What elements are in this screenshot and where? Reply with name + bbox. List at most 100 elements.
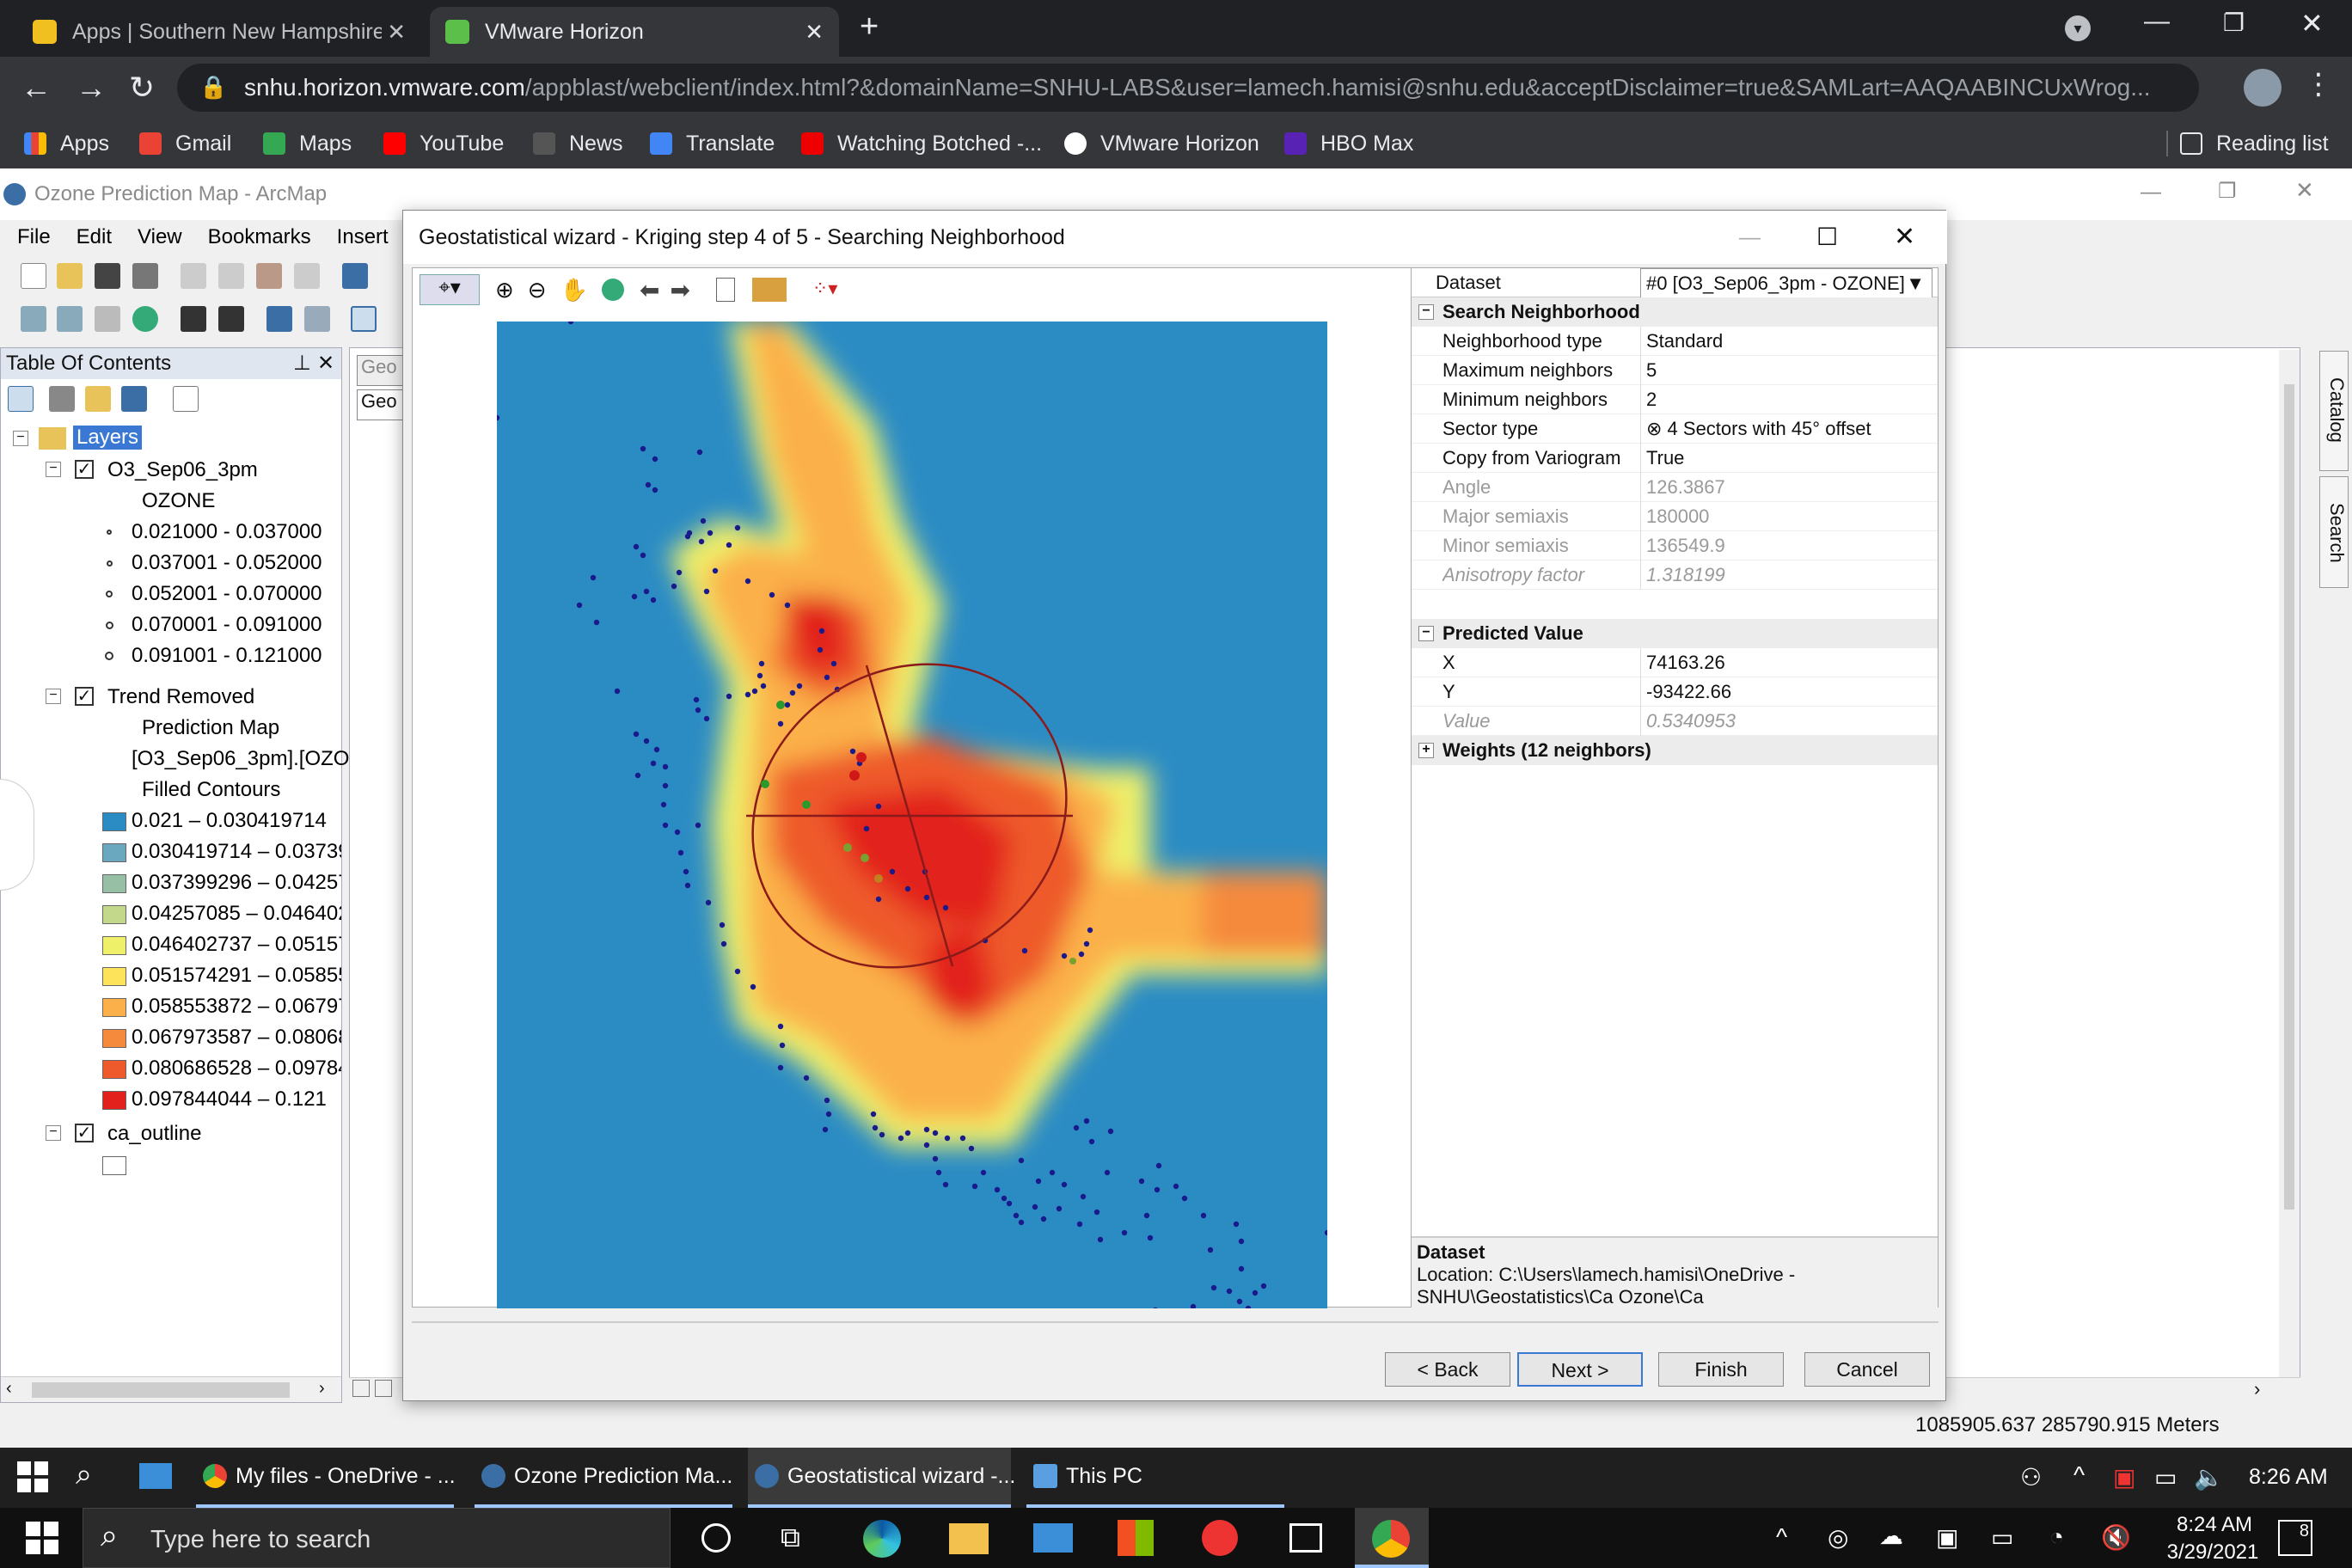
property-value[interactable]: True — [1640, 444, 1938, 473]
zoom-in-icon[interactable]: ⊕ — [495, 277, 514, 303]
property-value[interactable]: 180000 — [1640, 502, 1938, 531]
cancel-button[interactable]: Cancel — [1804, 1352, 1930, 1387]
next-button[interactable]: Next > — [1517, 1352, 1643, 1387]
minimize-icon[interactable]: — — [1739, 211, 1761, 264]
bookmark-maps[interactable]: Maps — [263, 119, 352, 168]
paste-icon[interactable] — [256, 263, 282, 289]
chevron-up-icon[interactable]: ^ — [2073, 1461, 2085, 1489]
taskbar-onedrive[interactable]: My files - OneDrive - ... — [196, 1448, 456, 1508]
wifi-icon[interactable]: ◔ — [2049, 1523, 2064, 1551]
scroll-right-icon[interactable]: › — [2254, 1378, 2260, 1400]
cortana-icon[interactable] — [701, 1523, 731, 1553]
restore-icon[interactable]: ❐ — [2223, 9, 2245, 37]
section-predicted-value[interactable]: − Predicted Value — [1412, 619, 1938, 648]
layer-visibility-checkbox[interactable]: ✓ — [75, 460, 94, 479]
close-window-icon[interactable]: ✕ — [2300, 7, 2324, 40]
defender-icon[interactable]: ▣ — [2113, 1463, 2135, 1491]
bookmark-news[interactable]: News — [533, 119, 623, 168]
mail-icon[interactable] — [1033, 1523, 1073, 1553]
chrome-menu-icon[interactable]: ⋮ — [2304, 67, 2333, 101]
back-extent-icon[interactable] — [266, 306, 292, 332]
property-value[interactable]: -93422.66 — [1640, 677, 1938, 707]
pan-icon[interactable]: ✋ — [560, 277, 588, 303]
edge-icon[interactable] — [863, 1520, 901, 1558]
property-value[interactable]: Standard — [1640, 327, 1938, 356]
delete-icon[interactable] — [294, 263, 320, 289]
identify-tool-icon[interactable]: ⌖▾ — [420, 274, 480, 305]
property-row[interactable]: Maximum neighbors 5 — [1412, 356, 1938, 385]
maximize-icon[interactable]: ☐ — [1816, 211, 1838, 264]
remote-clock[interactable]: 8:26 AM — [2249, 1465, 2328, 1490]
undo-icon[interactable] — [342, 263, 368, 289]
tab-apps-snhu[interactable]: Apps | Southern New Hampshire ✕ — [17, 7, 421, 57]
close-icon[interactable]: ✕ — [317, 348, 334, 379]
bookmark-botched[interactable]: Watching Botched -... — [801, 119, 1042, 168]
minimize-icon[interactable]: — — [2144, 7, 2170, 36]
property-row[interactable]: Minimum neighbors 2 — [1412, 385, 1938, 414]
bookmark-hbomax[interactable]: HBO Max — [1284, 119, 1413, 168]
scroll-thumb[interactable] — [32, 1382, 290, 1398]
people-icon[interactable]: ⚇ — [2020, 1463, 2042, 1491]
options-icon[interactable] — [173, 386, 199, 412]
minimize-icon[interactable]: — — [2141, 181, 2161, 205]
url-field[interactable]: 🔒 snhu.horizon.vmware.com/appblast/webcl… — [177, 64, 2199, 112]
file-explorer-icon[interactable] — [949, 1523, 989, 1554]
layer-name[interactable]: ca_outline — [107, 1122, 201, 1146]
taskbar-arcmap[interactable]: Ozone Prediction Ma... — [475, 1448, 732, 1508]
full-extent-icon[interactable] — [601, 279, 624, 301]
map-tab[interactable]: Geo — [357, 355, 405, 386]
profile-avatar[interactable] — [2244, 69, 2282, 107]
collapse-icon[interactable]: − — [46, 1125, 61, 1141]
taskbar-this-pc[interactable]: This PC — [1026, 1448, 1284, 1508]
onedrive-icon[interactable]: ☁ — [1879, 1522, 1903, 1550]
windows-start-icon[interactable] — [26, 1522, 58, 1554]
bookmark-vmware[interactable]: VMware Horizon — [1064, 119, 1259, 168]
bookmark-apps[interactable]: Apps — [24, 119, 109, 168]
layers-dropdown-icon[interactable] — [751, 278, 787, 302]
map-tab[interactable]: Geo — [357, 389, 405, 420]
forward-icon[interactable]: → — [76, 69, 107, 107]
list-by-visibility-icon[interactable] — [85, 386, 111, 412]
store-icon[interactable] — [1118, 1520, 1154, 1556]
camera-icon[interactable]: ◎ — [1828, 1523, 1848, 1552]
property-row[interactable]: X 74163.26 — [1412, 648, 1938, 677]
property-value[interactable]: 5 — [1640, 356, 1938, 385]
display-icon[interactable]: ▣ — [1936, 1523, 1958, 1552]
property-row[interactable]: Angle 126.3867 — [1412, 473, 1938, 502]
map-vertical-scrollbar[interactable] — [2279, 350, 2300, 1399]
collapse-icon[interactable]: − — [46, 462, 61, 477]
property-row[interactable]: Copy from Variogram True — [1412, 444, 1938, 473]
layer-visibility-checkbox[interactable]: ✓ — [75, 687, 94, 706]
battery-icon[interactable]: ▭ — [1991, 1523, 2013, 1552]
task-view-icon[interactable]: ⧉ — [781, 1522, 800, 1554]
previous-extent-icon[interactable]: ⬅ — [640, 276, 659, 304]
menu-file[interactable]: File — [17, 225, 51, 249]
taskbar-search-box[interactable]: ⌕ Type here to search — [83, 1508, 671, 1568]
finish-button[interactable]: Finish — [1658, 1352, 1784, 1387]
mute-icon[interactable]: 🔇 — [2101, 1523, 2131, 1552]
menu-view[interactable]: View — [138, 225, 182, 249]
property-value[interactable]: 126.3867 — [1640, 473, 1938, 502]
notifications-icon[interactable]: 8 — [2278, 1520, 2312, 1556]
menu-edit[interactable]: Edit — [77, 225, 112, 249]
layout-view-icon[interactable] — [352, 1380, 370, 1397]
close-tab-icon[interactable]: ✕ — [387, 19, 406, 46]
taskbar-geostat-wizard[interactable]: Geostatistical wizard -... — [748, 1448, 1015, 1508]
mail-icon[interactable] — [139, 1463, 172, 1489]
property-row[interactable]: Value 0.5340953 — [1412, 707, 1938, 736]
close-tab-icon[interactable]: ✕ — [805, 19, 824, 46]
forward-extent-icon[interactable] — [304, 306, 330, 332]
zoom-out-icon[interactable]: ⊖ — [528, 277, 547, 303]
cut-icon[interactable] — [181, 263, 206, 289]
save-icon[interactable] — [95, 263, 120, 289]
app-icon[interactable] — [1202, 1520, 1238, 1556]
new-tab-icon[interactable]: + — [860, 9, 879, 46]
fixed-zoom-in-icon[interactable] — [181, 306, 206, 332]
zoom-in-icon[interactable] — [21, 306, 46, 332]
open-folder-icon[interactable] — [57, 263, 83, 289]
property-row[interactable]: Neighborhood type Standard — [1412, 327, 1938, 356]
scroll-left-icon[interactable]: ‹ — [6, 1379, 12, 1399]
fixed-zoom-out-icon[interactable] — [218, 306, 244, 332]
layers-label[interactable]: Layers — [73, 426, 143, 450]
zoom-out-icon[interactable] — [57, 306, 83, 332]
